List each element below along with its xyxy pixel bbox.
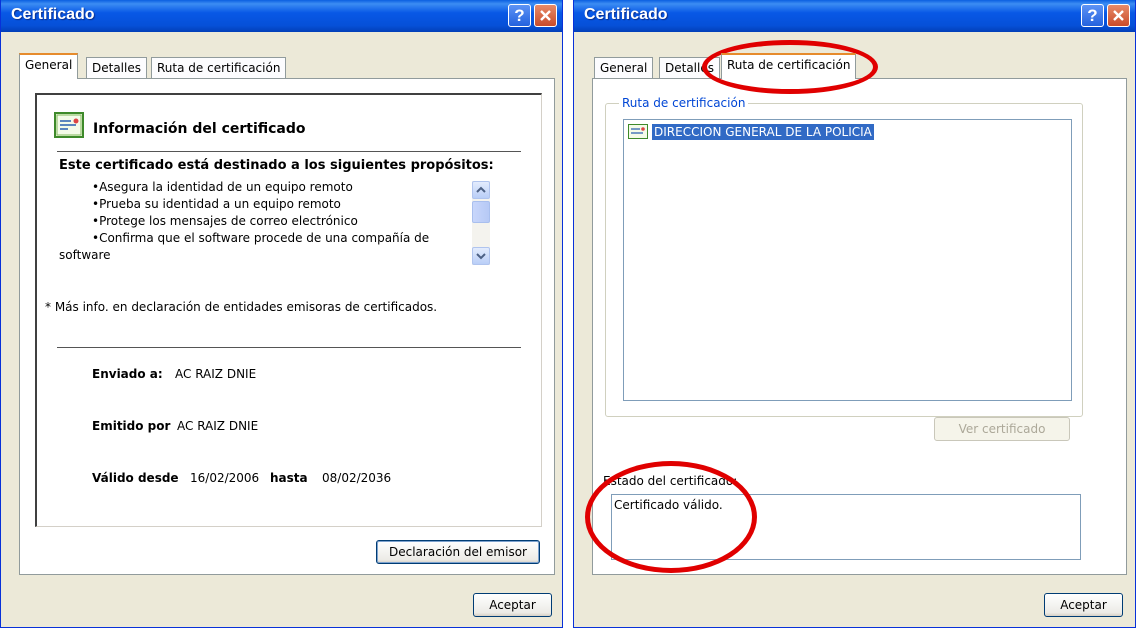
valid-from-value: 16/02/2006 xyxy=(190,471,260,485)
title-bar[interactable]: Certificado ? xyxy=(1,0,562,32)
info-frame: Información del certificado Este certifi… xyxy=(35,93,542,527)
scroll-up-button[interactable] xyxy=(472,181,490,199)
tab-certification-path[interactable]: Ruta de certificación xyxy=(721,53,857,79)
help-button[interactable]: ? xyxy=(1081,4,1104,27)
chevron-up-icon xyxy=(476,186,486,193)
valid-to-value: 08/02/2036 xyxy=(322,471,392,485)
tab-panel-general: Información del certificado Este certifi… xyxy=(19,78,555,575)
close-button[interactable] xyxy=(1107,4,1130,27)
tab-general[interactable]: General xyxy=(594,57,654,79)
info-heading: Información del certificado xyxy=(93,121,306,137)
status-label: Estado del certificado: xyxy=(603,474,738,488)
title-bar[interactable]: Certificado ? xyxy=(574,0,1135,32)
path-tree[interactable]: DIRECCION GENERAL DE LA POLICIA xyxy=(623,119,1072,401)
ok-button[interactable]: Aceptar xyxy=(473,593,552,617)
chevron-down-icon xyxy=(476,253,486,260)
scroll-thumb[interactable] xyxy=(472,201,490,223)
issued-to-value: AC RAIZ DNIE xyxy=(175,367,257,381)
issued-by-label: Emitido por xyxy=(92,419,171,433)
status-box: Certificado válido. xyxy=(611,494,1081,560)
purposes-scrollbar[interactable] xyxy=(472,181,490,265)
issuer-statement-button[interactable]: Declaración del emisor xyxy=(376,540,540,564)
path-group-label: Ruta de certificación xyxy=(619,96,749,110)
view-certificate-button[interactable]: Ver certificado xyxy=(934,417,1070,441)
certificate-icon xyxy=(628,124,648,139)
tab-details[interactable]: Detalles xyxy=(86,57,147,79)
list-item: •Protege los mensajes de correo electrón… xyxy=(92,214,358,228)
divider xyxy=(57,347,521,348)
certificate-dialog-general: Certificado ? General Detalles Ruta de c… xyxy=(0,0,563,628)
tab-details[interactable]: Detalles xyxy=(659,57,720,79)
window-title: Certificado xyxy=(584,6,668,23)
list-item: •Confirma que el software procede de una… xyxy=(92,231,430,245)
divider xyxy=(57,151,521,152)
ok-button[interactable]: Aceptar xyxy=(1044,593,1123,617)
window-title: Certificado xyxy=(11,6,95,23)
certificate-icon xyxy=(54,112,84,138)
tab-certification-path[interactable]: Ruta de certificación xyxy=(151,57,287,79)
close-icon xyxy=(540,10,551,21)
list-item: software xyxy=(59,248,111,262)
valid-from-label: Válido desde xyxy=(92,471,179,485)
scroll-down-button[interactable] xyxy=(472,247,490,265)
close-icon xyxy=(1113,10,1124,21)
purposes-list: •Asegura la identidad de un equipo remot… xyxy=(37,179,541,269)
tab-general[interactable]: General xyxy=(19,53,79,79)
tab-panel-path: Ruta de certificación DIRECCION GENERAL … xyxy=(592,78,1127,575)
issued-to-label: Enviado a: xyxy=(92,367,163,381)
list-item: •Prueba su identidad a un equipo remoto xyxy=(92,197,341,211)
help-button[interactable]: ? xyxy=(508,4,531,27)
list-item: •Asegura la identidad de un equipo remot… xyxy=(92,180,353,194)
tree-item-label: DIRECCION GENERAL DE LA POLICIA xyxy=(652,124,874,140)
certificate-dialog-path: Certificado ? General Detalles Ruta de c… xyxy=(573,0,1136,628)
purposes-heading: Este certificado está destinado a los si… xyxy=(59,158,494,173)
valid-to-label: hasta xyxy=(270,471,308,485)
issued-by-value: AC RAIZ DNIE xyxy=(177,419,259,433)
info-note: * Más info. en declaración de entidades … xyxy=(45,300,438,314)
close-button[interactable] xyxy=(534,4,557,27)
status-value: Certificado válido. xyxy=(614,498,723,512)
